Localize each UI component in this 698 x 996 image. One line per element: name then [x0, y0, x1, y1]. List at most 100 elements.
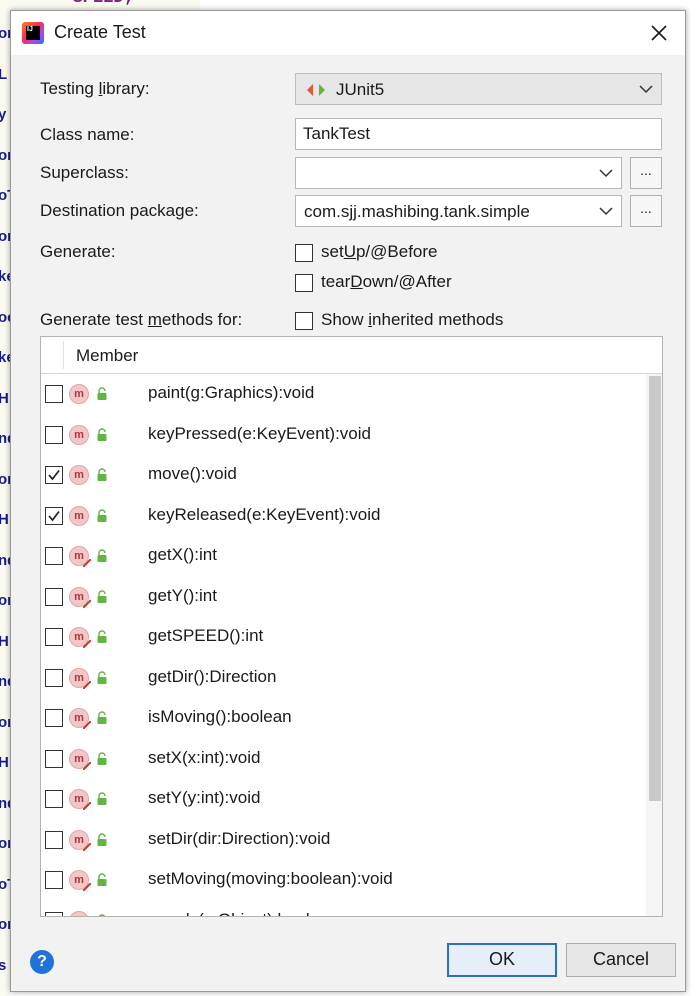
member-name: setMoving(moving:boolean):void — [148, 869, 393, 888]
table-row[interactable]: m setY(y:int):void — [41, 779, 648, 819]
superclass-label: Superclass: — [40, 163, 129, 182]
editor-code-text: == SPEED; — [42, 0, 134, 8]
method-icon: m — [69, 627, 91, 648]
member-checkbox[interactable] — [45, 425, 63, 444]
member-checkbox[interactable] — [45, 385, 63, 403]
table-row[interactable]: m getSPEED():int — [41, 617, 648, 657]
member-column-header[interactable]: Member — [76, 346, 138, 366]
class-name-label: Class name: — [40, 125, 135, 144]
method-icon: m — [69, 789, 91, 810]
members-list: m paint(g:Graphics):void m keyPressed(e:Key… — [41, 374, 648, 916]
table-row[interactable]: m equals(o:Object):boolean — [41, 901, 648, 916]
method-icon: m — [69, 829, 91, 851]
show-inherited-label: Show inherited methods — [321, 310, 504, 329]
public-lock-icon — [95, 792, 109, 806]
junit-icon — [307, 84, 325, 96]
member-checkbox[interactable] — [45, 790, 63, 808]
editor-gutter-text: H — [0, 632, 9, 650]
member-checkbox[interactable] — [45, 871, 63, 889]
public-lock-icon — [95, 387, 109, 401]
close-button[interactable] — [641, 17, 677, 49]
public-lock-icon — [95, 508, 109, 523]
vertical-scrollbar[interactable] — [646, 374, 662, 916]
member-checkbox[interactable] — [45, 506, 63, 525]
table-row[interactable]: m keyPressed(e:KeyEvent):void — [41, 415, 648, 455]
member-checkbox[interactable] — [45, 466, 63, 484]
chevron-down-icon — [599, 207, 613, 216]
title-bar: IJ Create Test — [11, 11, 685, 55]
teardown-checkbox[interactable] — [295, 274, 313, 292]
member-checkbox[interactable] — [45, 911, 63, 916]
close-icon — [651, 25, 667, 41]
destination-package-browse-button[interactable]: ... — [630, 195, 662, 227]
testing-library-select[interactable]: JUnit5 — [295, 73, 662, 105]
public-lock-icon — [95, 751, 109, 766]
editor-gutter-text: or — [0, 146, 10, 164]
editor-gutter-text: or — [0, 592, 10, 609]
superclass-select[interactable] — [295, 157, 622, 189]
scrollbar-thumb[interactable] — [649, 376, 661, 801]
member-checkbox[interactable] — [45, 709, 63, 727]
method-icon: m — [69, 748, 91, 770]
editor-gutter-text: or — [0, 916, 10, 933]
member-checkbox[interactable] — [45, 547, 63, 565]
cancel-button[interactable]: Cancel — [566, 943, 676, 977]
method-icon: m — [69, 384, 89, 404]
column-separator — [63, 341, 64, 369]
editor-gutter-text: H — [0, 511, 9, 528]
setup-checkbox[interactable] — [295, 244, 313, 262]
public-lock-icon — [95, 913, 109, 916]
setup-label: setUp/@Before — [321, 242, 438, 261]
show-inherited-checkbox[interactable] — [295, 312, 313, 330]
ok-button[interactable]: OK — [447, 943, 557, 977]
method-icon: m — [69, 708, 91, 729]
table-row[interactable]: m setMoving(moving:boolean):void — [41, 860, 648, 900]
table-row[interactable]: m setX(x:int):void — [41, 739, 648, 779]
editor-gutter-text: or — [0, 835, 10, 852]
member-name: getDir():Direction — [148, 666, 277, 686]
member-checkbox[interactable] — [45, 749, 63, 768]
member-checkbox[interactable] — [45, 830, 63, 849]
generate-methods-label: Generate test methods for: — [40, 310, 243, 329]
superclass-browse-button[interactable]: ... — [630, 157, 662, 189]
member-checkbox[interactable] — [45, 628, 63, 646]
editor-gutter-text: ke — [0, 349, 10, 366]
testing-library-label: Testing library: — [40, 79, 150, 98]
method-icon: m — [69, 546, 91, 567]
public-lock-icon — [95, 630, 109, 644]
table-row[interactable]: m getY():int — [41, 577, 648, 617]
table-row[interactable]: m isMoving():boolean — [41, 698, 648, 738]
generate-label: Generate: — [40, 242, 116, 261]
table-row[interactable]: m getX():int — [41, 536, 648, 576]
editor-gutter-text: L — [0, 65, 8, 83]
table-row[interactable]: m paint(g:Graphics):void — [41, 374, 648, 414]
table-row[interactable]: m move():void — [41, 455, 648, 495]
public-lock-icon — [95, 549, 109, 563]
editor-gutter-text: s — [0, 956, 7, 974]
editor-gutter-text: nd — [0, 794, 10, 812]
table-row[interactable]: m setDir(dir:Direction):void — [41, 820, 648, 860]
member-checkbox[interactable] — [45, 668, 63, 687]
check-icon — [48, 469, 60, 481]
member-checkbox[interactable] — [45, 587, 63, 606]
table-header: Member — [41, 337, 662, 374]
table-row[interactable]: m keyReleased(e:KeyEvent):void — [41, 496, 648, 536]
method-icon: m — [69, 586, 91, 608]
editor-gutter-text: H — [0, 754, 9, 771]
member-name: getX():int — [148, 545, 217, 564]
public-lock-icon — [95, 427, 109, 442]
editor-gutter-text: oT — [0, 875, 10, 893]
editor-gutter-text: or — [0, 227, 10, 245]
class-name-field[interactable] — [295, 118, 662, 150]
editor-gutter-text: H — [0, 389, 9, 407]
destination-package-select[interactable]: com.sjj.mashibing.tank.simple — [295, 195, 622, 227]
table-row[interactable]: m getDir():Direction — [41, 658, 648, 698]
member-name: keyPressed(e:KeyEvent):void — [148, 423, 371, 443]
class-name-input[interactable] — [296, 119, 661, 149]
members-table: Member m paint(g:Graphics):void m keyPresse… — [40, 336, 663, 917]
editor-gutter-text: y — [0, 106, 7, 123]
editor-gutter-text: ke — [0, 268, 10, 285]
help-button[interactable]: ? — [30, 950, 54, 974]
editor-gutter-text: nd — [0, 430, 10, 447]
method-icon: m — [69, 667, 91, 689]
